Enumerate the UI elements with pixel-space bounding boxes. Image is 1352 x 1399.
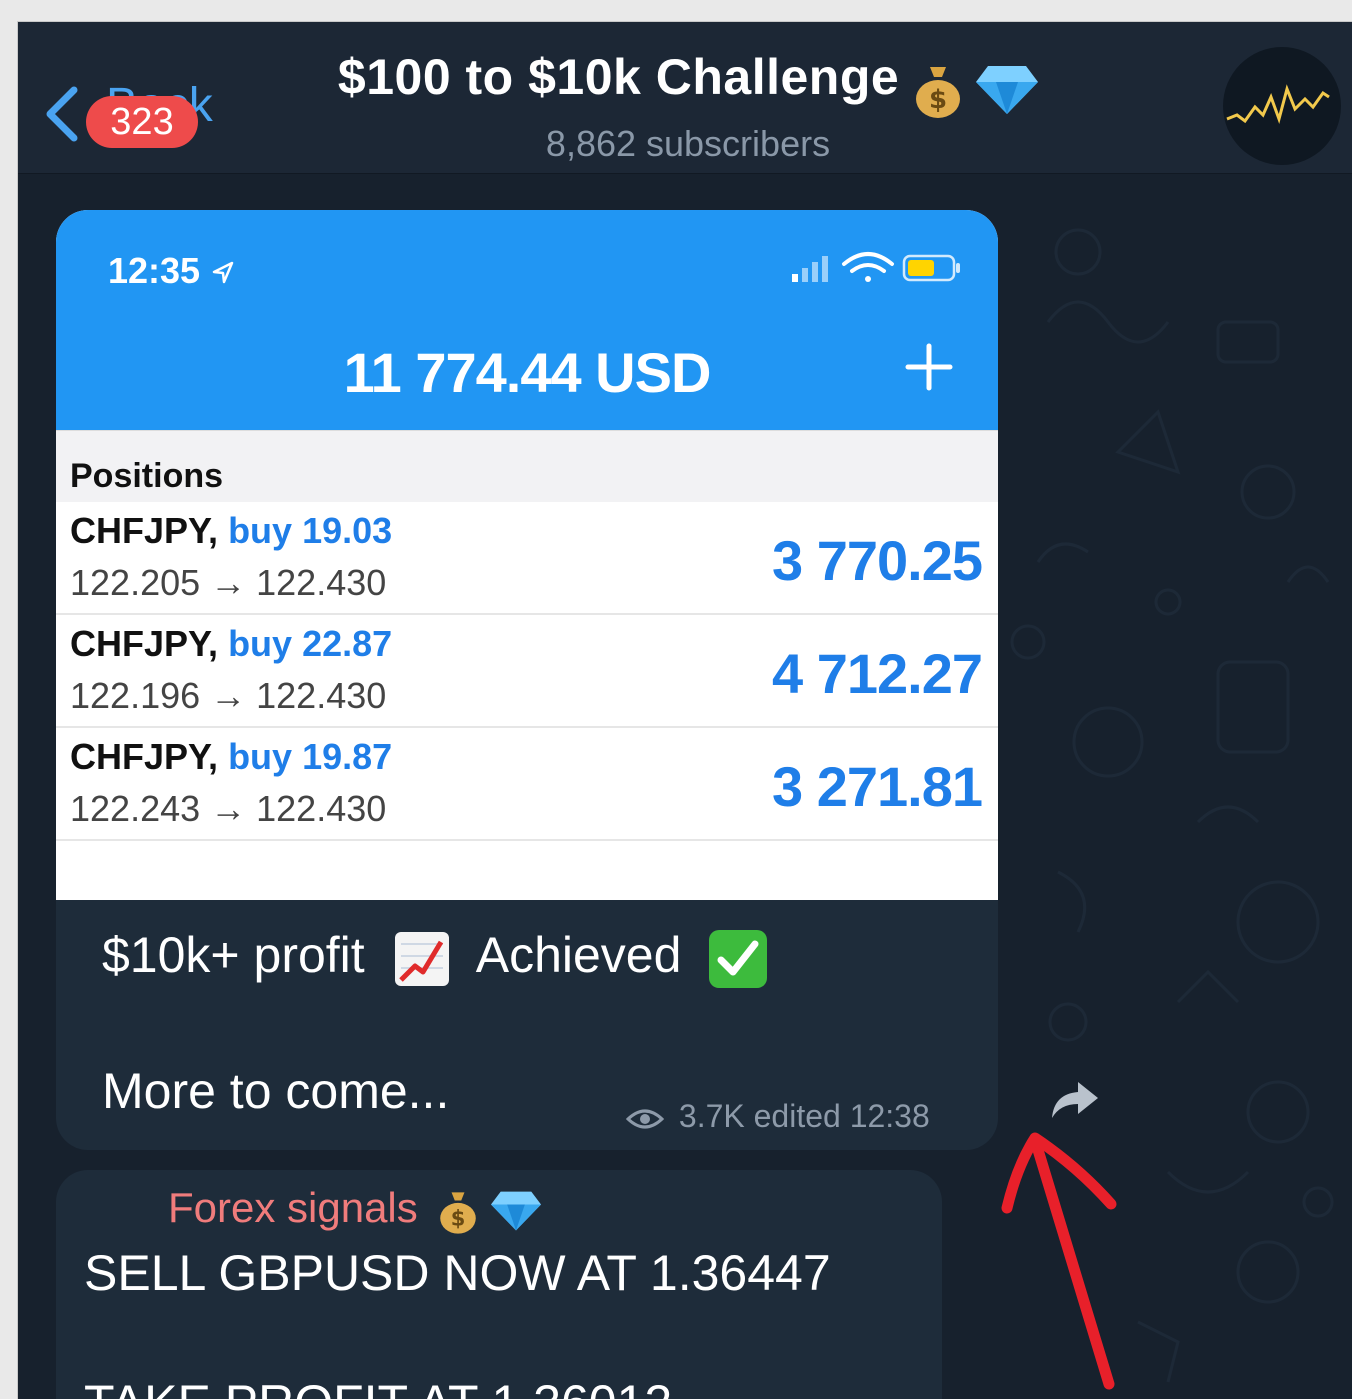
position-side: buy 22.87	[228, 623, 393, 664]
status-time: 12:35	[108, 250, 236, 292]
message-text-line2: More to come...	[102, 1063, 450, 1119]
trade-screenshot[interactable]: 12:35 11 774.44 USD Positions CHFJPY, bu…	[56, 210, 998, 900]
position-prices: 122.243 → 122.430	[70, 788, 387, 829]
achieved-text: Achieved	[475, 927, 682, 983]
position-prices: 122.205 → 122.430	[70, 562, 387, 603]
chevron-left-icon	[46, 86, 78, 142]
chat-header: Back 323 $100 to $10k Challenge $ 8,862 …	[18, 22, 1352, 174]
screenshot-top-bar: 12:35 11 774.44 USD	[56, 210, 998, 430]
signal-bars-icon	[792, 256, 828, 282]
position-row[interactable]: CHFJPY, buy 19.87 122.243 → 122.430 3 27…	[56, 728, 998, 841]
account-balance: 11 774.44 USD	[343, 341, 712, 404]
gem-icon	[976, 65, 1039, 114]
position-profit: 4 712.27	[772, 642, 983, 705]
money-bag-icon: $	[915, 66, 960, 118]
check-mark-icon	[709, 929, 768, 988]
signal-text-line2: TAKE PROFIT AT 1.36012	[84, 1374, 672, 1399]
message-text-line1: $10k+ profit Achieved	[102, 926, 769, 990]
positions-label: Positions	[70, 457, 224, 495]
position-row[interactable]: CHFJPY, buy 22.87 122.196 → 122.430 4 71…	[56, 615, 998, 728]
svg-text:$: $	[929, 85, 947, 115]
channel-title: $100 to $10k Challenge	[337, 49, 900, 105]
position-prices: 122.196 → 122.430	[70, 675, 387, 716]
wifi-icon	[842, 252, 894, 282]
positions-header: Positions	[56, 430, 998, 502]
svg-text:$: $	[451, 1206, 466, 1230]
chart-line-icon	[1226, 84, 1330, 124]
message-bubble-signal[interactable]: Forex signals $ SELL GBPUSD NOW AT 1.364…	[56, 1170, 942, 1399]
telegram-window: Back 323 $100 to $10k Challenge $ 8,862 …	[18, 22, 1352, 1399]
unread-count-badge: 323	[86, 96, 198, 148]
sender-name[interactable]: Forex signals	[168, 1184, 418, 1231]
position-row[interactable]: CHFJPY, buy 19.03 122.205 → 122.430 3 77…	[56, 502, 998, 615]
plus-icon[interactable]	[904, 342, 954, 392]
channel-title-row: $100 to $10k Challenge $	[298, 48, 1078, 119]
position-profit: 3 770.25	[772, 529, 983, 592]
channel-title-block[interactable]: $100 to $10k Challenge $ 8,862 subscribe…	[298, 48, 1078, 165]
position-side: buy 19.03	[228, 510, 393, 551]
signal-text-line1: SELL GBPUSD NOW AT 1.36447	[84, 1245, 831, 1301]
position-title: CHFJPY, buy 19.03	[70, 510, 392, 552]
position-profit: 3 271.81	[772, 755, 983, 818]
view-count: 3.7K	[678, 1098, 745, 1134]
battery-icon	[902, 254, 960, 282]
status-icons	[792, 252, 960, 282]
channel-avatar[interactable]	[1223, 47, 1341, 165]
position-title: CHFJPY, buy 22.87	[70, 623, 392, 665]
chart-increasing-icon	[394, 931, 449, 986]
message-meta: 3.7K edited 12:38	[626, 1098, 930, 1135]
money-bag-icon: $	[440, 1192, 477, 1234]
location-arrow-icon	[212, 262, 234, 284]
eye-icon	[626, 1109, 664, 1129]
profit-text: $10k+ profit	[102, 927, 365, 983]
position-title: CHFJPY, buy 19.87	[70, 736, 392, 778]
position-symbol: CHFJPY,	[70, 510, 219, 551]
message-bubble-profit[interactable]: 12:35 11 774.44 USD Positions CHFJPY, bu…	[56, 210, 998, 1150]
position-side: buy 19.87	[228, 736, 393, 777]
edited-time: edited 12:38	[753, 1098, 930, 1134]
position-symbol: CHFJPY,	[70, 623, 219, 664]
position-symbol: CHFJPY,	[70, 736, 219, 777]
back-button[interactable]: Back 323	[38, 74, 258, 148]
subscriber-count: 8,862 subscribers	[545, 122, 831, 164]
sender-row: Forex signals $	[168, 1184, 542, 1235]
gem-icon	[491, 1191, 542, 1231]
red-annotation-arrow	[1001, 1132, 1117, 1390]
